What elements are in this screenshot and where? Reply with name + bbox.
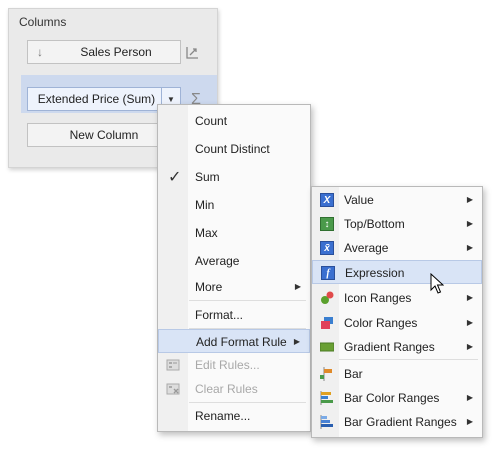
menu-separator [339,359,478,360]
submenu-item-average[interactable]: x̄ Average ▶ [312,236,482,260]
menu-item-label: Format... [195,308,244,322]
menu-item-label: Expression [345,266,405,280]
bar-gradient-ranges-icon [320,415,334,429]
submenu-item-bar[interactable]: Bar [312,362,482,386]
submenu-item-gradient-ranges[interactable]: Gradient Ranges ▶ [312,335,482,359]
menu-item-label: Min [195,198,215,212]
menu-item-label: Add Format Rule [196,335,287,349]
menu-item-label: Icon Ranges [344,291,412,305]
menu-item-label: Clear Rules [195,382,258,396]
submenu-arrow-icon: ▶ [466,219,473,228]
menu-item-max[interactable]: Max [158,221,310,245]
submenu-arrow-icon: ▶ [466,195,473,204]
submenu-item-expression[interactable]: f Expression [312,260,482,284]
axis-icon[interactable] [181,42,203,64]
menu-item-label: Bar [344,367,363,381]
submenu-item-color-ranges[interactable]: Color Ranges ▶ [312,311,482,335]
submenu-arrow-icon: ▶ [466,293,473,302]
menu-separator [189,300,306,301]
submenu-arrow-icon: ▶ [466,318,473,327]
mouse-cursor-icon [430,272,445,298]
menu-separator [189,402,306,403]
menu-item-count-distinct[interactable]: Count Distinct [158,137,310,161]
field-label: Sales Person [80,45,152,59]
submenu-item-bar-color-ranges[interactable]: Bar Color Ranges ▶ [312,386,482,410]
submenu-item-icon-ranges[interactable]: Icon Ranges ▶ [312,286,482,310]
submenu-item-bar-gradient-ranges[interactable]: Bar Gradient Ranges ▶ [312,410,482,434]
icon-ranges-icon [320,291,334,305]
context-menu: Count Count Distinct ✓ Sum Min Max Avera… [157,104,311,432]
menu-item-label: Sum [195,170,220,184]
format-rule-submenu: X Value ▶ ↕ Top/Bottom ▶ x̄ Average ▶ f … [311,186,483,438]
menu-item-label: Top/Bottom [344,217,405,231]
menu-item-count[interactable]: Count [158,109,310,133]
menu-item-rename[interactable]: Rename... [158,404,310,428]
edit-rules-icon [166,358,180,372]
gradient-ranges-icon [320,340,334,354]
field-sales-person[interactable]: ↓ Sales Person [27,40,181,64]
top-bottom-icon: ↕ [320,217,334,231]
menu-item-clear-rules[interactable]: Clear Rules [158,377,310,401]
field-label: Extended Price (Sum) [37,92,156,106]
menu-item-label: Rename... [195,409,251,423]
menu-item-format[interactable]: Format... [158,303,310,327]
menu-item-label: Bar Gradient Ranges [344,415,457,429]
menu-item-average[interactable]: Average [158,249,310,273]
submenu-item-value[interactable]: X Value ▶ [312,188,482,212]
color-ranges-icon [320,316,334,330]
expression-icon: f [321,266,335,280]
bar-icon [320,367,334,381]
bar-color-ranges-icon [320,391,334,405]
menu-item-label: Color Ranges [344,316,418,330]
submenu-arrow-icon: ▶ [466,417,473,426]
menu-item-sum[interactable]: ✓ Sum [158,165,310,189]
submenu-arrow-icon: ▶ [466,243,473,252]
clear-rules-icon [166,382,180,396]
submenu-item-top-bottom[interactable]: ↕ Top/Bottom ▶ [312,212,482,236]
menu-item-label: Value [344,193,374,207]
submenu-arrow-icon: ▶ [294,282,301,291]
menu-item-min[interactable]: Min [158,193,310,217]
menu-item-label: Count [195,114,228,128]
sort-arrow-icon: ↓ [37,45,43,59]
menu-item-label: Gradient Ranges [344,340,435,354]
value-icon: X [320,193,334,207]
menu-item-label: Average [195,254,240,268]
submenu-arrow-icon: ▶ [466,393,473,402]
submenu-arrow-icon: ▶ [466,342,473,351]
average-icon: x̄ [320,241,334,255]
menu-item-label: Edit Rules... [195,358,260,372]
menu-item-more[interactable]: More ▶ [158,275,310,299]
submenu-arrow-icon: ▶ [293,337,300,346]
menu-item-add-format-rule[interactable]: Add Format Rule ▶ [158,329,310,353]
menu-item-edit-rules[interactable]: Edit Rules... [158,353,310,377]
menu-item-label: Count Distinct [195,142,270,156]
menu-item-label: Average [344,241,389,255]
checkmark-icon: ✓ [168,169,182,186]
menu-item-label: Max [195,226,218,240]
menu-item-label: Bar Color Ranges [344,391,440,405]
menu-item-label: More [195,280,223,294]
panel-title: Columns [19,15,67,29]
